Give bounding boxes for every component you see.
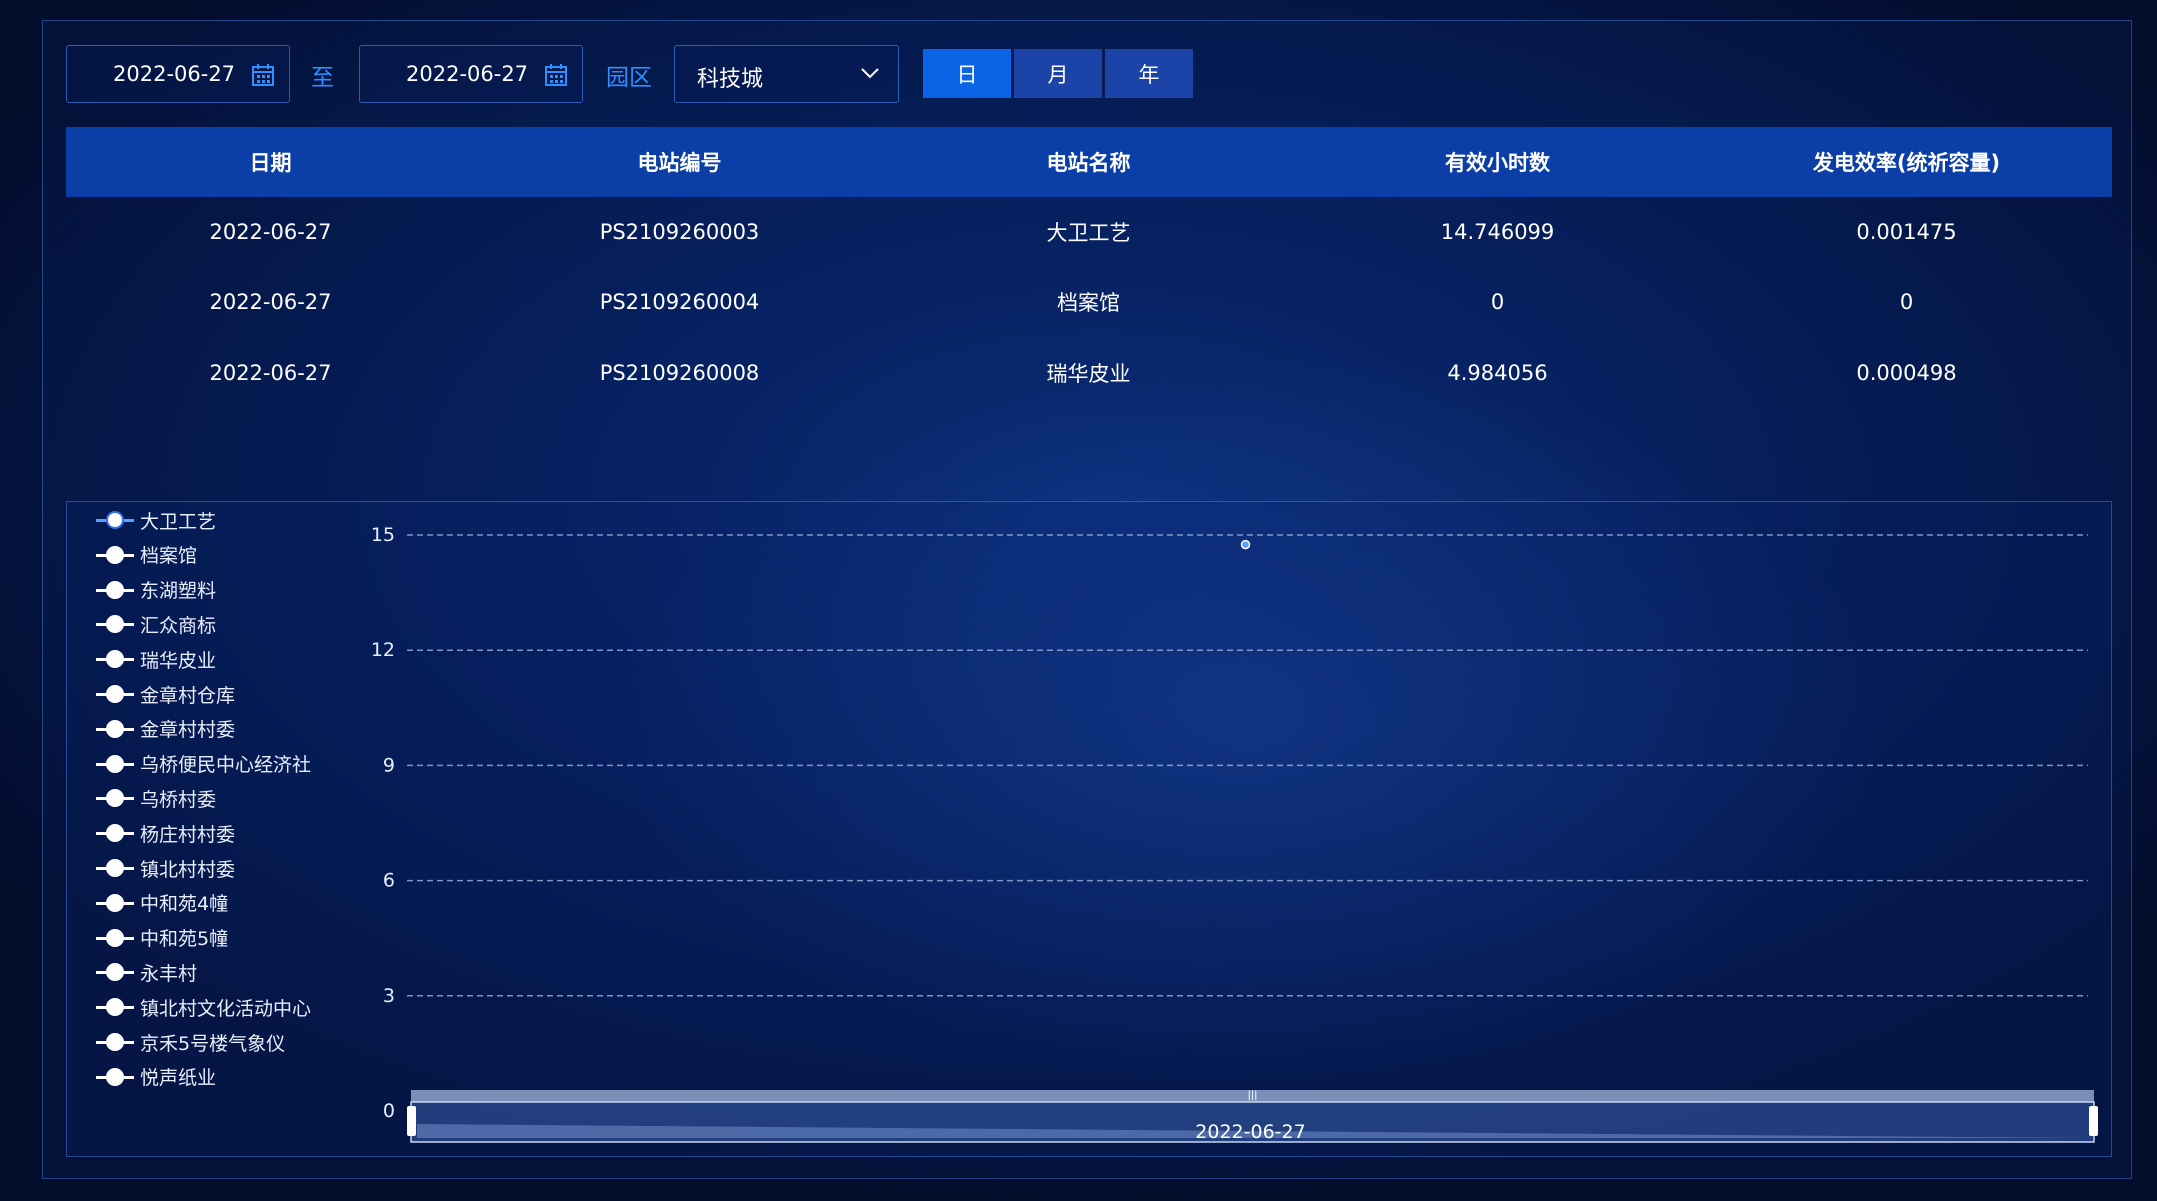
slider-date-label: 2022-06-27: [1195, 1121, 1305, 1143]
slider-grip-icon: |||: [1247, 1090, 1257, 1101]
slider-right-handle: [2089, 1106, 2098, 1136]
y-tick-label: 6: [383, 870, 395, 892]
slider-left-handle: [407, 1106, 416, 1136]
y-tick-label: 3: [383, 985, 395, 1007]
data-point: [1240, 539, 1251, 550]
y-tick-label: 0: [383, 1100, 395, 1122]
chart-svg: 0 3 6 9 12 15 ||| 2022-06-27: [371, 524, 2098, 1143]
y-tick-label: 12: [371, 639, 395, 661]
y-tick-label: 9: [383, 754, 395, 776]
y-tick-label: 15: [371, 524, 395, 546]
